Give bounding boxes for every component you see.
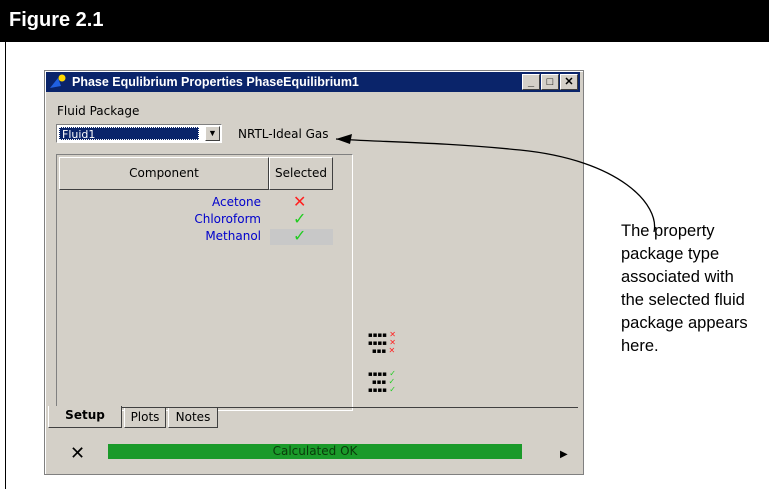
annotation-text: The property package type associated wit… xyxy=(621,222,748,355)
